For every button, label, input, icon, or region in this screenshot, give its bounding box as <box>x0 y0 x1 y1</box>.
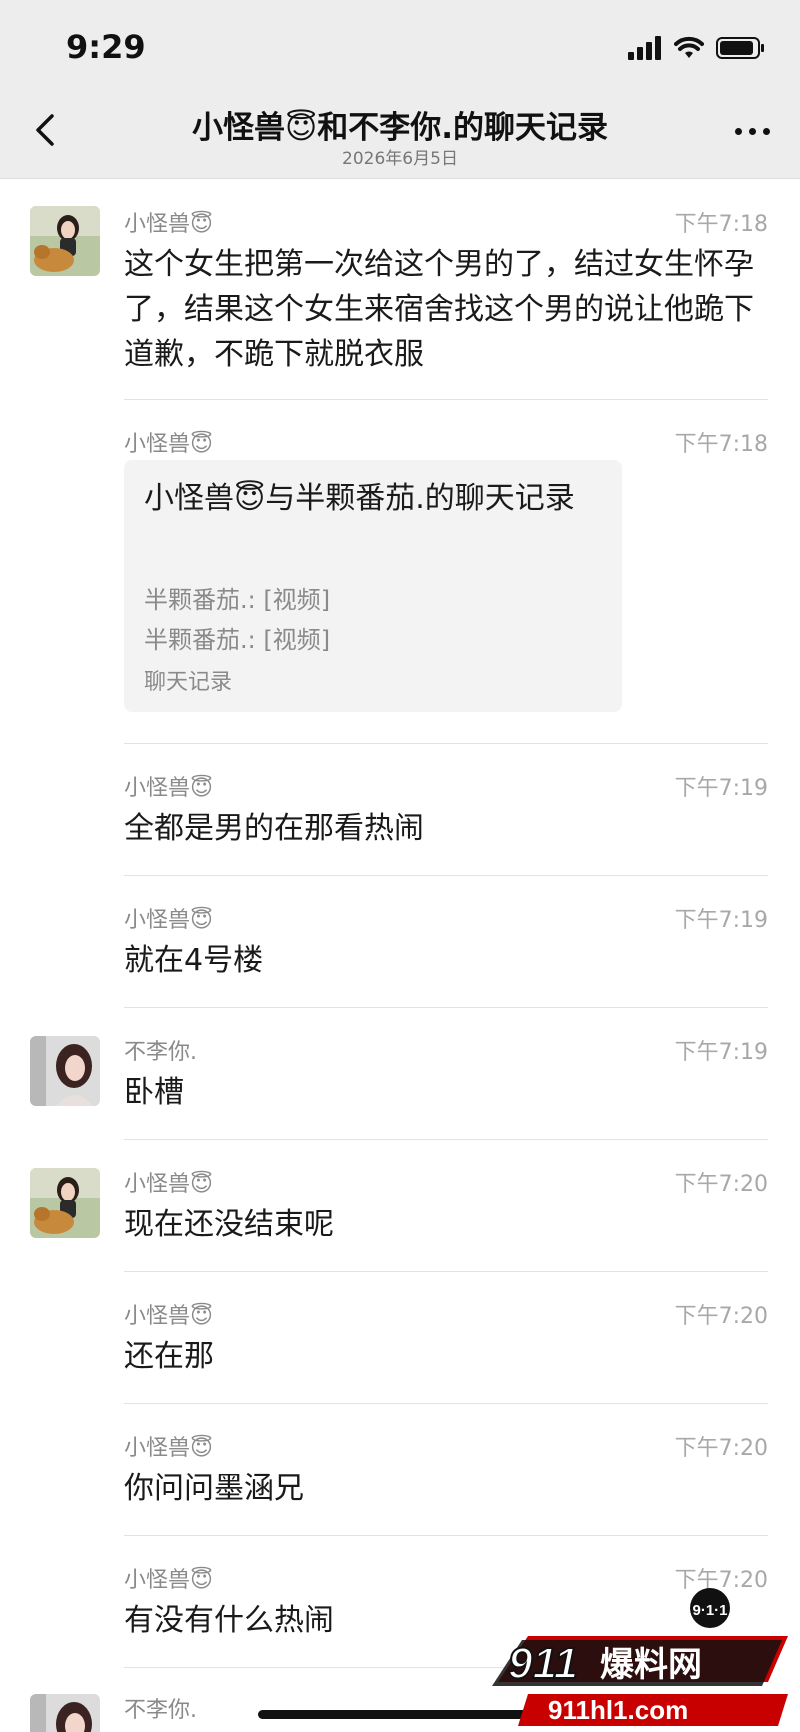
wifi-icon <box>674 36 704 58</box>
message-time: 下午7:20 <box>674 1304 768 1329</box>
card-line: 半颗番茄.: [视频] <box>144 586 331 614</box>
sender-name: 不李你. <box>124 1040 197 1065</box>
message-time: 下午7:19 <box>674 908 768 933</box>
message-time: 下午7:18 <box>674 212 768 237</box>
avatar-bulini[interactable] <box>30 1694 100 1732</box>
more-icon[interactable] <box>735 128 770 135</box>
sender-name: 不李你. <box>124 1698 197 1723</box>
message-time: 下午7:19 <box>674 1040 768 1065</box>
card-title: 小怪兽😇与半颗番茄.的聊天记录 <box>144 481 575 516</box>
svg-text:9·1·1: 9·1·1 <box>692 1602 727 1619</box>
sender-name: 小怪兽😇 <box>124 1436 213 1461</box>
nav-bar: 小怪兽😇和不李你.的聊天记录 2026年6月5日 <box>0 96 800 179</box>
status-icons <box>628 34 766 62</box>
sender-name: 小怪兽😇 <box>124 908 213 933</box>
page-subtitle: 2026年6月5日 <box>342 149 458 169</box>
message-time: 下午7:18 <box>674 432 768 457</box>
message-text: 你问问墨涵兄 <box>124 1471 304 1506</box>
battery-icon <box>716 37 764 59</box>
avatar-xiaoguaishou[interactable] <box>30 1168 100 1238</box>
message-text: 卧槽 <box>124 1075 184 1110</box>
message-item[interactable]: 小怪兽😇 下午7:20 还在那 <box>0 1272 800 1404</box>
status-time: 9:29 <box>66 28 146 66</box>
avatar-xiaoguaishou[interactable] <box>30 206 100 276</box>
sender-name: 小怪兽😇 <box>124 1304 213 1329</box>
message-time: 下午7:20 <box>674 1172 768 1197</box>
message-item[interactable]: 小怪兽😇 下午7:18 小怪兽😇与半颗番茄.的聊天记录 半颗番茄.: [视频] … <box>0 400 800 744</box>
message-time: 下午7:19 <box>674 776 768 801</box>
message-item[interactable]: 小怪兽😇 下午7:20 现在还没结束呢 <box>0 1140 800 1272</box>
avatar-bulini[interactable] <box>30 1036 100 1106</box>
message-item[interactable]: 小怪兽😇 下午7:20 你问问墨涵兄 <box>0 1404 800 1536</box>
chevron-left-icon[interactable] <box>26 110 66 150</box>
page-title: 小怪兽😇和不李你.的聊天记录 <box>191 110 609 146</box>
message-text: 就在4号楼 <box>124 943 264 978</box>
card-footer: 聊天记录 <box>144 670 233 695</box>
watermark-logo: 9·1·1 911 爆料网 911hl1.com <box>492 1588 788 1726</box>
sender-name: 小怪兽😇 <box>124 776 213 801</box>
message-text: 这个女生把第一次给这个男的了，结过女生怀孕了，结果这个女生来宿舍找这个男的说让他… <box>124 247 754 372</box>
status-bar: 9:29 <box>0 0 800 96</box>
message-item[interactable]: 小怪兽😇 下午7:18 这个女生把第一次给这个男的了，结过女生怀孕了，结果这个女… <box>0 194 800 400</box>
svg-text:911: 911 <box>508 1639 578 1688</box>
message-text: 还在那 <box>124 1339 214 1374</box>
message-item[interactable]: 不李你. 下午7:19 卧槽 <box>0 1008 800 1140</box>
sender-name: 小怪兽😇 <box>124 1172 213 1197</box>
signal-icon <box>628 36 661 60</box>
message-item[interactable]: 小怪兽😇 下午7:19 全都是男的在那看热闹 <box>0 744 800 876</box>
sender-name: 小怪兽😇 <box>124 432 213 457</box>
sender-name: 小怪兽😇 <box>124 1568 213 1593</box>
chat-record-card[interactable]: 小怪兽😇与半颗番茄.的聊天记录 半颗番茄.: [视频] 半颗番茄.: [视频] … <box>124 460 622 712</box>
card-line: 半颗番茄.: [视频] <box>144 626 331 654</box>
message-text: 全都是男的在那看热闹 <box>124 811 424 846</box>
message-text: 现在还没结束呢 <box>124 1207 334 1242</box>
message-time: 下午7:20 <box>674 1436 768 1461</box>
sender-name: 小怪兽😇 <box>124 212 213 237</box>
message-item[interactable]: 小怪兽😇 下午7:19 就在4号楼 <box>0 876 800 1008</box>
svg-text:爆料网: 爆料网 <box>600 1645 702 1685</box>
svg-text:911hl1.com: 911hl1.com <box>548 1695 688 1725</box>
